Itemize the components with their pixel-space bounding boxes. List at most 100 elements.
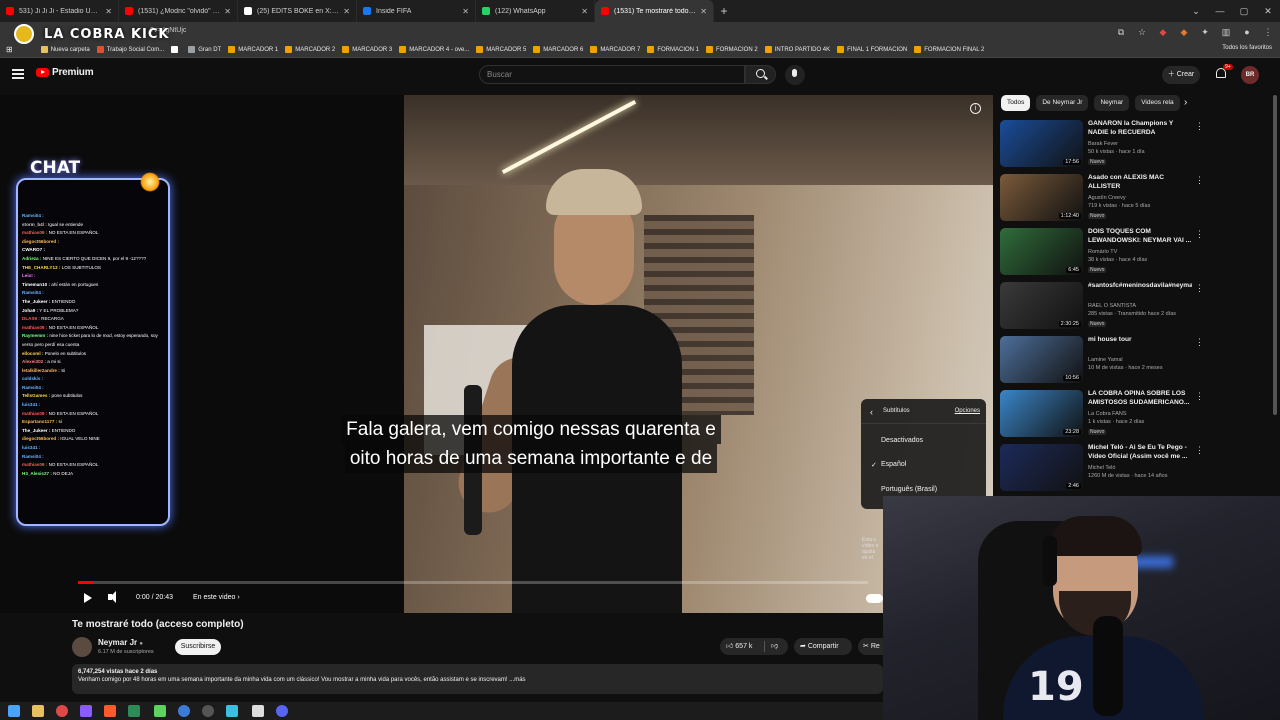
maximize-button[interactable]: ▢ [1232, 0, 1256, 22]
app-icon[interactable] [178, 705, 190, 717]
recommended-channel[interactable]: RAEL O SANTISTA [1088, 303, 1136, 309]
video-thumbnail[interactable]: 23:28 [1000, 390, 1083, 437]
info-icon[interactable]: i [970, 103, 981, 114]
recommended-video[interactable]: 2:46 Michel Teló - Ai Se Eu Te Pego - Víd… [1000, 442, 1272, 496]
bookmark-item[interactable]: FORMACION 2 [706, 46, 758, 53]
recommended-channel[interactable]: Romário TV [1088, 249, 1117, 255]
bookmark-item[interactable]: Gran DT [188, 46, 221, 53]
recommended-title[interactable]: LA COBRA OPINA SOBRE LOS AMISTOSOS SUDAM… [1088, 390, 1192, 407]
close-tab-icon[interactable]: ✕ [700, 7, 707, 16]
bookmark-item[interactable]: MARCADOR 2 [285, 46, 335, 53]
subtitle-option-portuguese[interactable]: Português (Brasil) [881, 486, 937, 493]
recommended-title[interactable]: Michel Teló - Ai Se Eu Te Pego - Vídeo O… [1088, 444, 1192, 461]
close-tab-icon[interactable]: ✕ [224, 7, 231, 16]
sidebar-scrollbar[interactable] [1273, 95, 1277, 415]
app-icon[interactable] [80, 705, 92, 717]
profile-icon[interactable]: ● [1241, 26, 1253, 38]
subtitle-options-link[interactable]: Opciones [955, 408, 980, 414]
extension-icon[interactable]: ◆ [1157, 26, 1169, 38]
volume-icon[interactable] [108, 591, 116, 603]
kick-icon[interactable] [154, 705, 166, 717]
obs-icon[interactable] [202, 705, 214, 717]
recommended-video[interactable]: 6:45 DOIS TOQUES COM LEWANDOWSKI: NEYMAR … [1000, 226, 1272, 280]
recommended-title[interactable]: GANARON la Champions Y NADIE lo RECUERDA [1088, 120, 1192, 137]
discord-icon[interactable] [276, 705, 288, 717]
recommended-title[interactable]: #santosfc#meninosdavila#neymarjr#neymar#… [1088, 282, 1192, 291]
voice-search-button[interactable] [785, 65, 805, 85]
recommended-title[interactable]: Asado con ALEXIS MAC ALLISTER [1088, 174, 1192, 191]
app-icon[interactable] [226, 705, 238, 717]
chapters-button[interactable]: En este video › [193, 590, 240, 606]
recommended-video[interactable]: 1:12:40 Asado con ALEXIS MAC ALLISTER Agus… [1000, 172, 1272, 226]
description-box[interactable]: 6,747,254 vistas hace 2 días Venham comi… [72, 664, 883, 694]
like-button[interactable]: 👍︎ 657 k [726, 638, 752, 655]
bookmark-item[interactable]: FORMACION 1 [647, 46, 699, 53]
subscribe-button[interactable]: Suscribirse [175, 639, 221, 655]
recommended-channel[interactable]: La Cobra FANS [1088, 411, 1127, 417]
recommended-video[interactable]: 2:30:25 #santosfc#meninosdavila#neymarjr#… [1000, 280, 1272, 334]
recommended-channel[interactable]: Lamine Yamal [1088, 357, 1123, 363]
cast-icon[interactable]: ⧉ [1115, 26, 1127, 38]
close-tab-icon[interactable]: ✕ [581, 7, 588, 16]
subtitle-option-spanish[interactable]: Español [881, 461, 906, 468]
windows-start-icon[interactable] [8, 705, 20, 717]
account-avatar[interactable]: BR [1241, 66, 1259, 84]
bookmark-item[interactable]: INTRO PARTIDO 4K [764, 46, 830, 53]
video-thumbnail[interactable]: 17:56 [1000, 120, 1083, 167]
bookmark-star-icon[interactable]: ☆ [1136, 26, 1148, 38]
close-tab-icon[interactable]: ✕ [343, 7, 350, 16]
more-options-icon[interactable]: ⋮ [1195, 391, 1204, 402]
subtitle-option-off[interactable]: Desactivados [881, 437, 923, 444]
play-icon[interactable] [84, 593, 92, 603]
more-options-icon[interactable]: ⋮ [1195, 337, 1204, 348]
share-button[interactable]: ➦ Compartir [794, 638, 852, 655]
browser-menu-icon[interactable]: ⋮ [1262, 26, 1274, 38]
bookmark-item[interactable]: MARCADOR 5 [476, 46, 526, 53]
all-bookmarks-link[interactable]: Todos los favoritos [1222, 45, 1272, 51]
filter-chip[interactable]: De Neymar Jr [1036, 95, 1089, 111]
search-button[interactable] [745, 65, 776, 84]
dislike-button[interactable]: 👎︎ [771, 638, 778, 655]
recommended-video[interactable]: 17:56 GANARON la Champions Y NADIE lo REC… [1000, 118, 1272, 172]
new-tab-button[interactable]: + [714, 4, 734, 18]
browser-tab[interactable]: (1531) ¿Modric "olvidó" al Madr ✕ [119, 0, 238, 22]
search-input[interactable]: Buscar [479, 65, 745, 84]
filter-chip[interactable]: Neymar [1094, 95, 1130, 111]
bookmark-item[interactable]: MARCADOR 4 - ove... [399, 46, 469, 53]
channel-name[interactable]: Neymar Jr ● [98, 638, 143, 647]
close-tab-icon[interactable]: ✕ [105, 7, 112, 16]
progress-bar[interactable] [78, 581, 868, 584]
more-options-icon[interactable]: ⋮ [1195, 175, 1204, 186]
bookmark-item[interactable]: MARCADOR 1 [228, 46, 278, 53]
more-options-icon[interactable]: ⋮ [1195, 121, 1204, 132]
filter-chip[interactable]: Todos [1001, 95, 1031, 111]
chevron-right-icon[interactable]: › [1184, 97, 1187, 108]
video-thumbnail[interactable]: 2:30:25 [1000, 282, 1083, 329]
back-chevron-icon[interactable]: ‹ [870, 407, 873, 417]
minimize-button[interactable]: — [1208, 0, 1232, 22]
video-thumbnail[interactable]: 2:46 [1000, 444, 1083, 491]
recommended-channel[interactable]: Agustín Creevy [1088, 195, 1126, 201]
extension-icon[interactable]: ◆ [1178, 26, 1190, 38]
browser-tab[interactable]: Inside FIFA ✕ [357, 0, 476, 22]
video-thumbnail[interactable]: 6:45 [1000, 228, 1083, 275]
recommended-video[interactable]: 23:28 LA COBRA OPINA SOBRE LOS AMISTOSOS … [1000, 388, 1272, 442]
filter-chip[interactable]: Videos rela [1135, 95, 1180, 111]
hamburger-menu-icon[interactable] [12, 69, 24, 79]
more-options-icon[interactable]: ⋮ [1195, 229, 1204, 240]
app-icon[interactable] [128, 705, 140, 717]
close-tab-icon[interactable]: ✕ [462, 7, 469, 16]
recommended-title[interactable]: mi house tour [1088, 336, 1192, 345]
bookmark-item[interactable]: MARCADOR 7 [590, 46, 640, 53]
app-icon[interactable] [104, 705, 116, 717]
sidebar-icon[interactable]: ▥ [1220, 26, 1232, 38]
recommended-channel[interactable]: Michel Teló [1088, 465, 1115, 471]
autoplay-toggle[interactable] [866, 594, 883, 603]
bookmark-item[interactable] [171, 46, 181, 53]
recommended-video[interactable]: 10:56 mi house tour Lamine Yamal 10 M de vi… [1000, 334, 1272, 388]
recommended-title[interactable]: DOIS TOQUES COM LEWANDOWSKI: NEYMAR VAI … [1088, 228, 1192, 245]
channel-avatar[interactable] [72, 637, 92, 657]
close-window-button[interactable]: ✕ [1256, 0, 1280, 22]
more-options-icon[interactable]: ⋮ [1195, 445, 1204, 456]
video-thumbnail[interactable]: 1:12:40 [1000, 174, 1083, 221]
